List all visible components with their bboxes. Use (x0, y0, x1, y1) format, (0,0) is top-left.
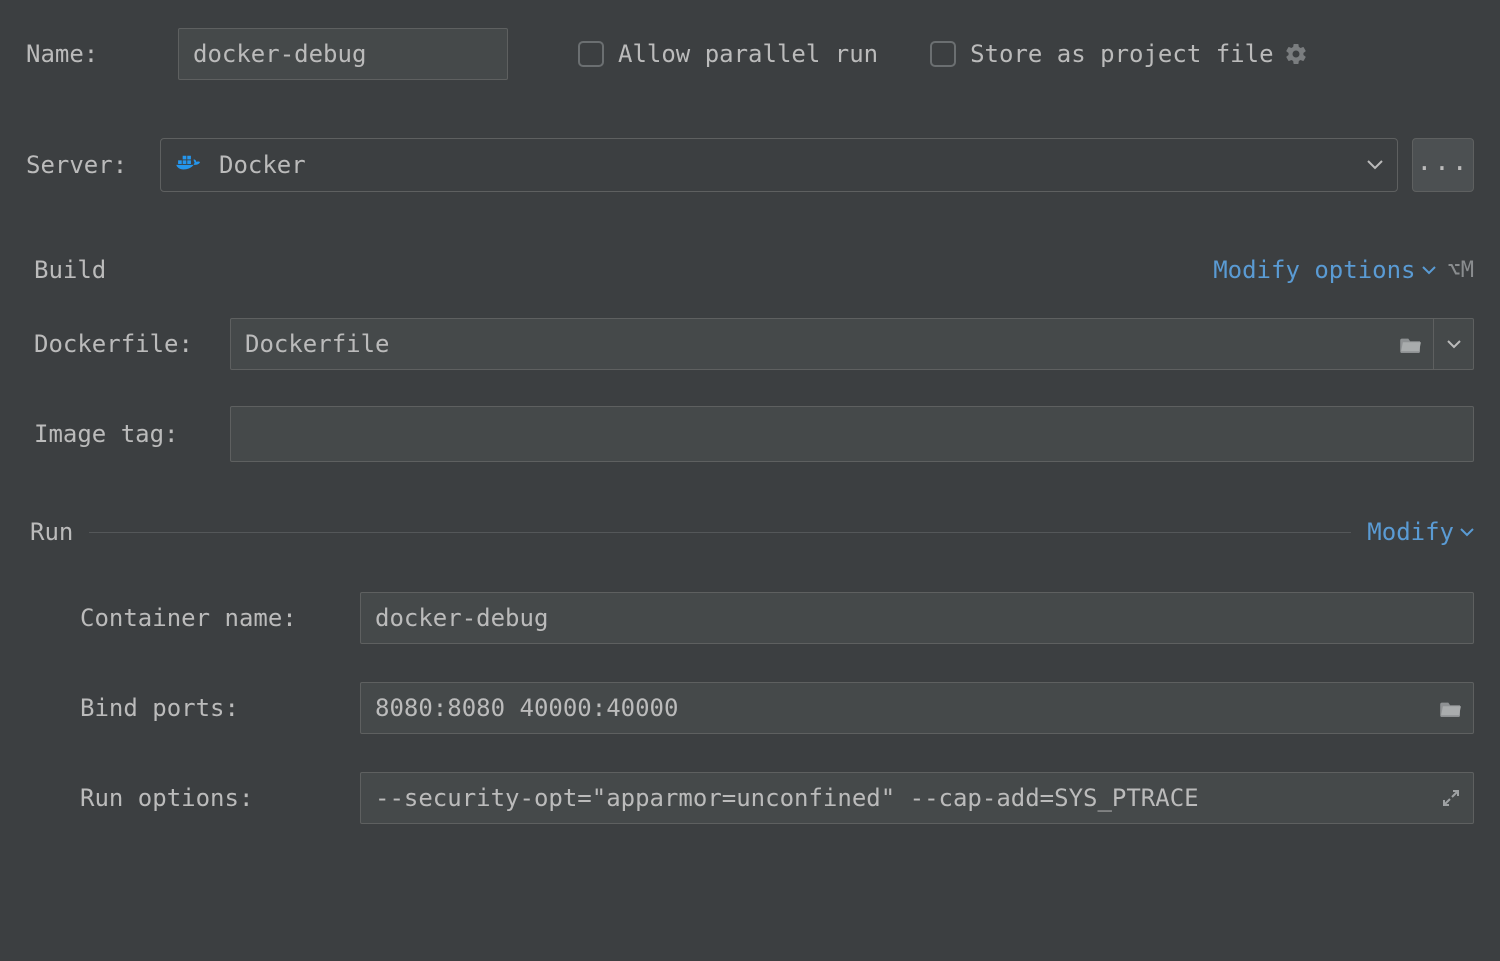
build-modify-options-link[interactable]: Modify options (1213, 256, 1435, 284)
container-name-label: Container name: (80, 604, 360, 632)
dockerfile-value: Dockerfile (231, 319, 1389, 369)
store-project-label: Store as project file (970, 40, 1273, 68)
allow-parallel-label: Allow parallel run (618, 40, 878, 68)
container-name-value: docker-debug (361, 593, 1473, 643)
dockerfile-history-dropdown[interactable] (1433, 319, 1473, 369)
folder-icon[interactable] (1429, 683, 1473, 733)
server-more-button[interactable]: ... (1412, 138, 1474, 192)
image-tag-input[interactable] (230, 406, 1474, 462)
bind-ports-input[interactable]: 8080:8080 40000:40000 (360, 682, 1474, 734)
name-input[interactable] (178, 28, 508, 80)
bind-ports-value: 8080:8080 40000:40000 (361, 683, 1429, 733)
build-shortcut: ⌥M (1448, 258, 1475, 283)
allow-parallel-checkbox[interactable] (578, 41, 604, 67)
server-select[interactable]: Docker (160, 138, 1398, 192)
ellipsis-icon: ... (1417, 147, 1470, 177)
store-project-checkbox[interactable] (930, 41, 956, 67)
chevron-down-icon (1460, 528, 1474, 537)
run-modify-label: Modify (1367, 518, 1454, 546)
folder-icon[interactable] (1389, 319, 1433, 369)
dockerfile-input[interactable]: Dockerfile (230, 318, 1474, 370)
dockerfile-label: Dockerfile: (34, 330, 230, 358)
docker-icon (175, 153, 205, 177)
run-section-title: Run (26, 518, 73, 546)
run-options-value: --security-opt="apparmor=unconfined" --c… (361, 773, 1429, 823)
container-name-input[interactable]: docker-debug (360, 592, 1474, 644)
gear-icon[interactable] (1284, 42, 1308, 66)
server-label: Server: (26, 151, 160, 179)
name-label: Name: (26, 40, 178, 68)
run-modify-link[interactable]: Modify (1367, 518, 1474, 546)
chevron-down-icon (1422, 266, 1436, 275)
caret-down-icon (1367, 160, 1383, 170)
expand-icon[interactable] (1429, 773, 1473, 823)
bind-ports-label: Bind ports: (80, 694, 360, 722)
divider (89, 532, 1351, 533)
server-value: Docker (219, 151, 306, 179)
run-options-input[interactable]: --security-opt="apparmor=unconfined" --c… (360, 772, 1474, 824)
build-modify-options-label: Modify options (1213, 256, 1415, 284)
image-tag-label: Image tag: (34, 420, 230, 448)
build-section-title: Build (34, 256, 106, 284)
run-options-label: Run options: (80, 784, 360, 812)
